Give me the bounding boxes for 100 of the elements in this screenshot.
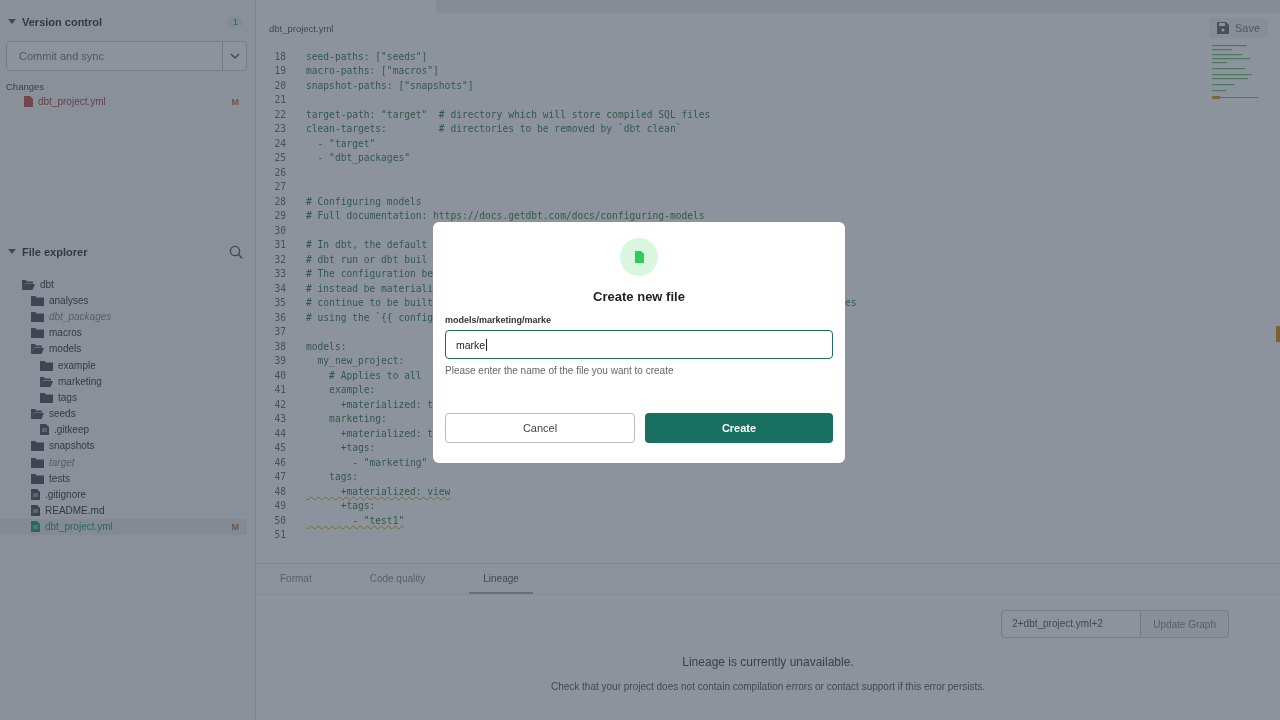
dialog-title: Create new file <box>592 289 686 304</box>
line-number: 21 <box>273 94 286 106</box>
code-line: # In dbt, the default <box>306 239 428 251</box>
line-number: 20 <box>273 79 286 91</box>
line-number: 39 <box>273 355 286 367</box>
line-number: 24 <box>273 137 286 149</box>
commit-action[interactable]: Commit and sync <box>7 42 222 70</box>
create-button[interactable]: Create <box>645 413 833 443</box>
tree-item[interactable]: .gitignore <box>0 486 247 503</box>
code-line: # Configuring models <box>306 195 422 207</box>
line-number: 22 <box>273 108 286 120</box>
line-number: 48 <box>273 485 286 497</box>
line-number: 18 <box>273 50 286 62</box>
panel-tab[interactable]: Lineage <box>469 564 533 594</box>
line-number: 51 <box>273 529 286 541</box>
field-hint: Please enter the name of the file you want to create <box>445 365 675 376</box>
tree-item[interactable]: tests <box>0 470 247 487</box>
file-tab[interactable]: dbt_project.yml <box>269 22 334 34</box>
section-title: File explorer <box>22 245 89 258</box>
code-line: +tags: <box>339 442 376 454</box>
code-line: # continue to be built <box>306 297 434 309</box>
tree-item[interactable]: macros <box>0 324 247 341</box>
tree-item[interactable]: snapshots <box>0 437 247 455</box>
lineage-message: Lineage is currently unavailable. <box>681 655 855 669</box>
line-number: 47 <box>273 471 286 483</box>
tree-item[interactable]: dbt_project.yml M <box>0 518 247 535</box>
file-icon <box>620 238 658 276</box>
code-line: marketing: <box>328 413 387 425</box>
field-label: models/marketing/marke <box>445 315 553 325</box>
changes-label: Changes <box>5 80 46 92</box>
tree-item[interactable]: tags <box>0 389 247 406</box>
collapse-caret-icon[interactable] <box>8 19 16 24</box>
code-line: target-path: "target" # directory which will store compiled SQL files <box>306 108 711 120</box>
tree-item[interactable]: marketing <box>0 373 247 390</box>
code-line: - "dbt_packages" <box>316 152 410 164</box>
line-number: 29 <box>273 210 286 222</box>
lineage-detail: Check that your project does not contain compilation errors or contact support if this error persists. <box>549 681 987 692</box>
code-line: - "marketing" <box>351 456 428 468</box>
code-line: +materialized: t <box>339 398 434 410</box>
file-name-field[interactable]: marke <box>445 330 833 359</box>
search-icon[interactable] <box>229 244 243 259</box>
line-number: 50 <box>273 514 286 526</box>
change-count-badge: 1 <box>228 15 243 28</box>
code-line: es <box>845 297 857 309</box>
code-line: +materialized: view <box>339 485 451 497</box>
line-number: 28 <box>273 195 286 207</box>
file-icon <box>24 96 33 107</box>
code-line: snapshot-paths: ["snapshots"] <box>306 79 474 91</box>
line-number: 42 <box>273 398 286 410</box>
code-line: macro-paths: ["macros"] <box>306 65 439 77</box>
chevron-down-icon <box>229 53 240 59</box>
line-number: 45 <box>273 442 286 454</box>
cancel-button[interactable]: Cancel <box>445 413 635 443</box>
changed-file[interactable]: dbt_project.yml M <box>0 92 255 107</box>
tree-item[interactable]: seeds <box>0 405 247 422</box>
code-line: # using the `{{ config <box>306 311 434 323</box>
code-line: tags: <box>328 471 358 483</box>
line-number: 36 <box>273 311 286 323</box>
file-icon <box>31 505 40 517</box>
code-line: - "target" <box>316 137 376 149</box>
code-line: +tags: <box>339 500 376 512</box>
code-line: # The configuration be <box>306 268 434 280</box>
code-line: my_new_project: <box>316 355 405 367</box>
line-number: 25 <box>273 152 286 164</box>
tree-item[interactable]: models <box>0 340 247 357</box>
line-number: 26 <box>273 166 286 178</box>
code-line: # dbt run or dbt buil <box>306 253 428 265</box>
section-title: Version control <box>22 15 104 28</box>
line-number: 30 <box>273 224 286 236</box>
code-line: models: <box>306 340 347 352</box>
line-number: 34 <box>273 282 286 294</box>
graph-selector-field[interactable]: 2+dbt_project.yml+2 <box>1001 610 1142 638</box>
line-number: 27 <box>273 181 286 193</box>
code-line: # Applies to all <box>328 369 422 381</box>
line-number: 32 <box>273 253 286 265</box>
line-number: 35 <box>273 297 286 309</box>
file-icon <box>31 521 40 533</box>
line-number: 49 <box>273 500 286 512</box>
code-line: # instead be materiali <box>306 282 434 294</box>
line-number: 31 <box>273 239 286 251</box>
tree-item[interactable]: example <box>0 356 247 374</box>
commit-dropdown[interactable]: Commit and sync <box>6 41 247 71</box>
tree-item[interactable]: dbt <box>0 276 247 293</box>
line-number: 41 <box>273 384 286 396</box>
tree-item[interactable]: README.md <box>0 502 247 519</box>
file-icon <box>40 424 49 436</box>
line-number: 46 <box>273 456 286 468</box>
code-line: - "test1" <box>351 514 405 526</box>
line-number: 43 <box>273 413 286 425</box>
tree-item[interactable]: analyses <box>0 292 247 309</box>
line-number: 33 <box>273 268 286 280</box>
line-number: 40 <box>273 369 286 381</box>
code-line: +materialized: t <box>339 427 434 439</box>
line-number: 37 <box>273 326 286 338</box>
tree-item[interactable]: .gitkeep <box>0 421 247 438</box>
collapse-caret-icon[interactable] <box>8 249 16 254</box>
code-line: # Full documentation: https://docs.getdbt.com/docs/configuring-models <box>306 210 705 222</box>
line-number: 38 <box>273 340 286 352</box>
line-number: 23 <box>273 123 286 135</box>
code-line: seed-paths: ["seeds"] <box>306 50 428 62</box>
